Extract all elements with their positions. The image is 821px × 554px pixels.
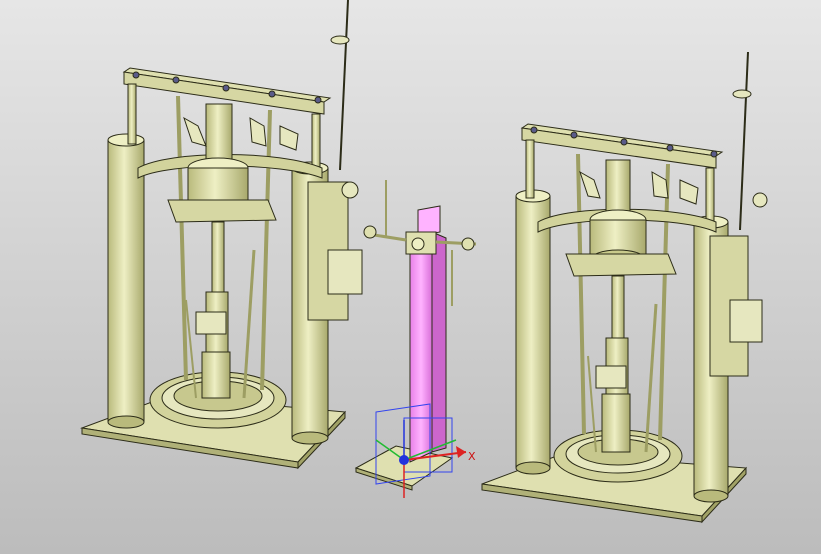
3d-viewport[interactable]: X [0,0,821,554]
triad-x-label: X [468,450,476,463]
level-rod [339,0,349,171]
level-rod [739,51,749,231]
cad-scene[interactable]: X [0,0,821,554]
pump-station-left[interactable] [80,0,363,470]
column-left [107,139,145,423]
column-left [515,195,551,469]
pump-station-right[interactable] [481,51,768,524]
center-column-selected[interactable]: X [354,180,477,498]
selected-column [409,231,433,463]
